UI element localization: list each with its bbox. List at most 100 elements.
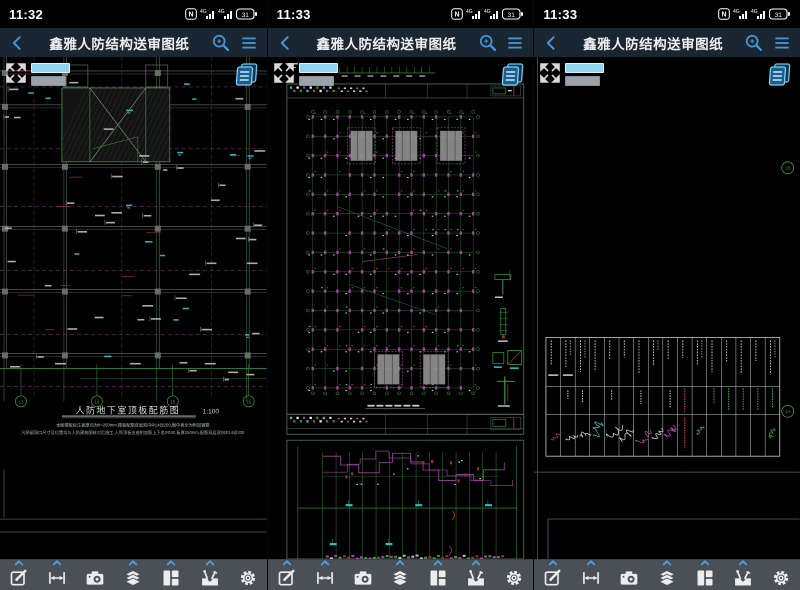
tool-measure-button[interactable] xyxy=(42,560,72,590)
svg-text:4G: 4G xyxy=(466,9,473,15)
tool-measure-button[interactable] xyxy=(310,560,340,590)
chevron-left-icon xyxy=(276,33,296,53)
settings-icon xyxy=(238,568,258,588)
svg-text:4G: 4G xyxy=(218,9,225,15)
status-icons: N 4G 4G 31 xyxy=(185,8,258,20)
drawing-list-button[interactable] xyxy=(233,61,260,88)
tool-layout-button[interactable] xyxy=(690,560,720,590)
battery-icon: 31 xyxy=(769,8,791,20)
svg-text:13: 13 xyxy=(18,399,23,404)
magnifier-icon xyxy=(210,32,231,53)
back-button[interactable] xyxy=(5,30,31,56)
tool-camera-button[interactable] xyxy=(80,560,110,590)
svg-text:4G: 4G xyxy=(200,9,207,15)
signal-4g-icon: 4G xyxy=(200,8,215,20)
back-button[interactable] xyxy=(539,30,565,56)
status-time: 11:33 xyxy=(277,7,311,22)
menu-button[interactable] xyxy=(502,30,528,56)
magnifier-icon xyxy=(477,32,498,53)
flyout-caret-icon xyxy=(433,560,443,566)
camera-icon xyxy=(85,568,105,588)
tool-layout-button[interactable] xyxy=(423,560,453,590)
layers-icon xyxy=(390,568,410,588)
menu-button[interactable] xyxy=(769,30,795,56)
signal-4g-icon: 4G xyxy=(484,8,499,20)
sheet-model-toggle[interactable] xyxy=(31,63,70,86)
camera-icon xyxy=(619,568,639,588)
svg-text:N: N xyxy=(455,12,460,19)
flyout-caret-icon xyxy=(166,560,176,566)
drawing-list-button[interactable] xyxy=(499,61,526,88)
sheet-model-toggle[interactable] xyxy=(299,63,338,86)
layout-icon xyxy=(695,568,715,588)
search-button[interactable] xyxy=(208,30,234,56)
signal-4g-icon: 4G xyxy=(218,8,233,20)
signal-4g-icon: 4G xyxy=(733,8,748,20)
flyout-caret-icon xyxy=(738,560,748,566)
tool-toolbox-button[interactable] xyxy=(195,560,225,590)
cad-canvas[interactable] xyxy=(268,57,534,559)
fullscreen-button[interactable] xyxy=(273,62,295,84)
flyout-caret-icon xyxy=(548,560,558,566)
cad-canvas[interactable]: 13141516人防地下室顶板配筋图1:100本图楼板标注板厚均为h=250mm… xyxy=(0,57,267,559)
edit-icon xyxy=(277,568,297,588)
tool-settings-button[interactable] xyxy=(499,560,529,590)
tool-toolbox-button[interactable] xyxy=(728,560,758,590)
title-bar: 鑫雅人防结构送审图纸 xyxy=(534,28,800,57)
inactive-sheet-bar xyxy=(31,76,66,86)
tool-edit-button[interactable] xyxy=(538,560,568,590)
settings-icon xyxy=(771,568,791,588)
toolbox-icon xyxy=(733,568,753,588)
flyout-caret-icon xyxy=(395,560,405,566)
title-bar: 鑫雅人防结构送审图纸 xyxy=(0,28,267,57)
tool-settings-button[interactable] xyxy=(233,560,263,590)
flyout-caret-icon xyxy=(205,560,215,566)
tool-edit-button[interactable] xyxy=(4,560,34,590)
tool-layers-button[interactable] xyxy=(385,560,415,590)
settings-icon xyxy=(504,568,524,588)
tool-layout-button[interactable] xyxy=(156,560,186,590)
hamburger-icon xyxy=(505,33,525,53)
svg-text:本图楼板标注板厚均为h=250mm,楼板配筋双层双向Φ14@: 本图楼板标注板厚均为h=250mm,楼板配筋双层双向Φ14@200,图中表示为附… xyxy=(56,421,209,428)
search-button[interactable] xyxy=(474,30,500,56)
svg-text:凡预留洞口尺寸及位置均与人防建筑图核对后施工,人防顶板支座附: 凡预留洞口尺寸及位置均与人防建筑图核对后施工,人防顶板支座附加筋上下各2Φ20,… xyxy=(21,429,245,436)
status-time: 11:32 xyxy=(9,7,43,22)
camera-icon xyxy=(353,568,373,588)
flyout-caret-icon xyxy=(662,560,672,566)
bottom-toolbar xyxy=(534,559,800,590)
tool-edit-button[interactable] xyxy=(272,560,302,590)
magnifier-icon xyxy=(743,32,764,53)
layers-icon xyxy=(657,568,677,588)
tool-layers-button[interactable] xyxy=(118,560,148,590)
phone-screen-3: 11:33 N 4G 4G 31 xyxy=(533,0,800,590)
tool-settings-button[interactable] xyxy=(766,560,796,590)
fullscreen-button[interactable] xyxy=(5,62,27,84)
sheet-model-toggle[interactable] xyxy=(565,63,604,86)
drawing-list-button[interactable] xyxy=(766,61,793,88)
tool-camera-button[interactable] xyxy=(614,560,644,590)
page-title: 鑫雅人防结构送审图纸 xyxy=(33,33,206,53)
layout-icon xyxy=(161,568,181,588)
tool-layers-button[interactable] xyxy=(652,560,682,590)
cad-drawing-plan-zoomed: 13141516人防地下室顶板配筋图1:100本图楼板标注板厚均为h=250mm… xyxy=(0,57,267,559)
flyout-caret-icon xyxy=(282,560,292,566)
tool-toolbox-button[interactable] xyxy=(461,560,491,590)
phone-screen-2: 11:33 N 4G 4G 31 xyxy=(267,0,534,590)
status-bar: 11:33 N 4G 4G 31 xyxy=(534,0,800,28)
inactive-sheet-bar xyxy=(565,76,600,86)
sheet-scale-text: 1:100 xyxy=(203,408,220,415)
cad-drawing-titleblock: 1B1A xyxy=(534,57,800,559)
menu-button[interactable] xyxy=(236,30,262,56)
svg-text:4G: 4G xyxy=(484,9,491,15)
fullscreen-button[interactable] xyxy=(539,62,561,84)
back-button[interactable] xyxy=(273,30,299,56)
flyout-caret-icon xyxy=(128,560,138,566)
search-button[interactable] xyxy=(741,30,767,56)
tool-camera-button[interactable] xyxy=(348,560,378,590)
flyout-caret-icon xyxy=(586,560,596,566)
tool-measure-button[interactable] xyxy=(576,560,606,590)
cad-canvas[interactable]: 1B1A xyxy=(534,57,800,559)
measure-icon xyxy=(315,568,335,588)
signal-4g-icon: 4G xyxy=(466,8,481,20)
layers-icon xyxy=(123,568,143,588)
